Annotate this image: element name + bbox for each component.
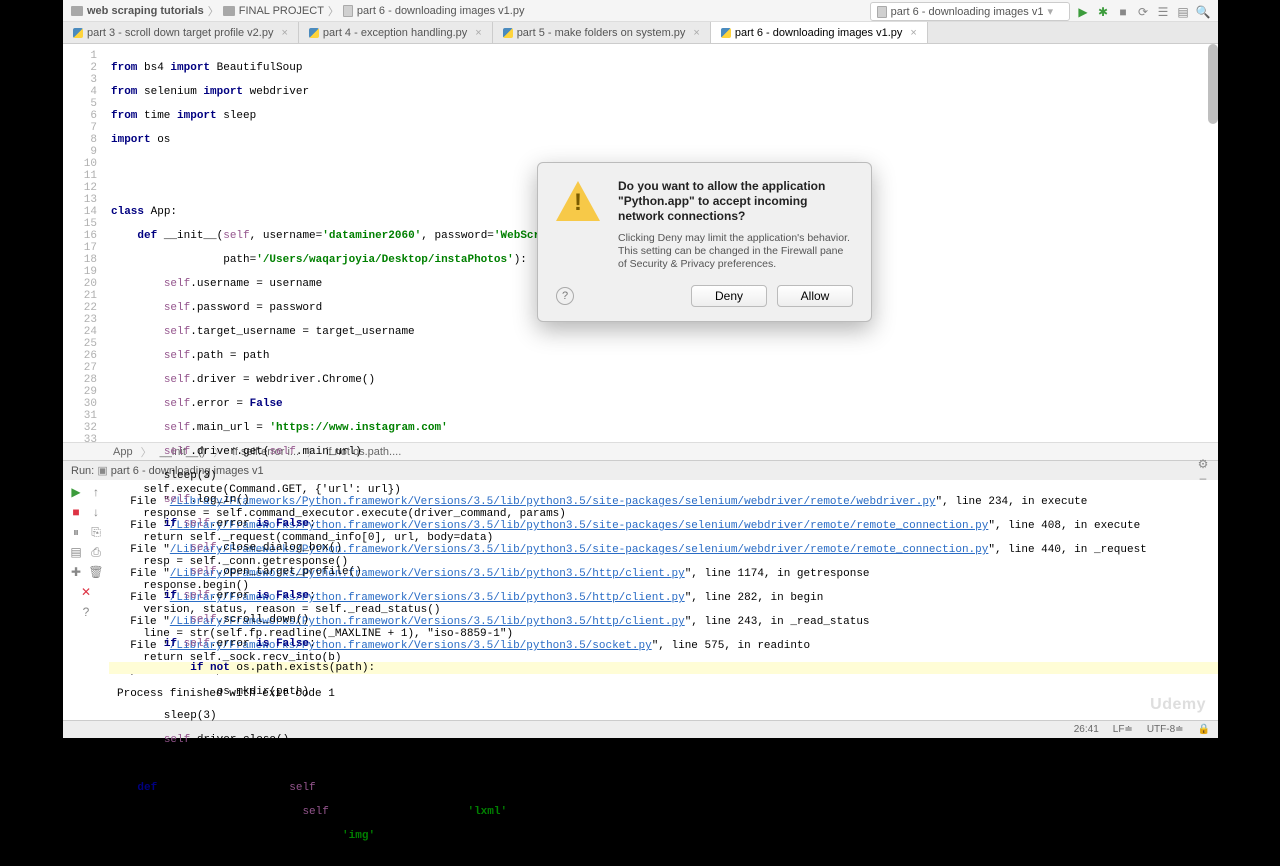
run-config-selector[interactable]: part 6 - downloading images v1 ▾ [870, 2, 1070, 21]
top-toolbar: part 6 - downloading images v1 ▾ ▶ ✱ ■ ⟳… [870, 2, 1210, 21]
deny-button[interactable]: Deny [691, 285, 767, 307]
help-icon[interactable]: ? [556, 287, 574, 305]
run-tool-column: ▶↑ ■↓ ⏸⎘ ▤⎙ ✚🗑 ✕ ? [63, 480, 109, 720]
python-file-icon [503, 28, 513, 38]
down-icon[interactable]: ↓ [88, 504, 104, 520]
toolbar-icon[interactable]: ☰ [1156, 5, 1170, 19]
toolbar-icon[interactable]: ▤ [1176, 5, 1190, 19]
close-icon[interactable]: ✕ [78, 584, 94, 600]
toolbar-icon[interactable]: ⟳ [1136, 5, 1150, 19]
dialog-message: Clicking Deny may limit the application'… [618, 232, 853, 271]
python-file-icon [73, 28, 83, 38]
rerun-button[interactable]: ▶ [68, 484, 84, 500]
close-icon[interactable]: × [910, 27, 916, 39]
up-icon[interactable]: ↑ [88, 484, 104, 500]
debug-button[interactable]: ✱ [1096, 5, 1110, 19]
breadcrumb-folder[interactable]: FINAL PROJECT [223, 5, 324, 17]
editor-tabs: part 3 - scroll down target profile v2.p… [63, 22, 1218, 44]
breadcrumb-root[interactable]: web scraping tutorials [71, 5, 204, 17]
editor-tab[interactable]: part 5 - make folders on system.py× [493, 22, 711, 43]
stop-button[interactable]: ■ [68, 504, 84, 520]
editor-tab[interactable]: part 3 - scroll down target profile v2.p… [63, 22, 299, 43]
pause-icon[interactable]: ⏸ [68, 524, 84, 540]
trash-icon[interactable]: 🗑 [88, 564, 104, 580]
chevron-right-icon: 〉 [208, 3, 219, 19]
udemy-watermark: Udemy [1150, 696, 1206, 714]
chevron-right-icon: 〉 [328, 3, 339, 19]
ide-window: web scraping tutorials 〉 FINAL PROJECT 〉… [63, 0, 1218, 720]
python-file-icon [309, 28, 319, 38]
close-icon[interactable]: × [475, 27, 481, 39]
editor-tab-active[interactable]: part 6 - downloading images v1.py× [711, 22, 928, 43]
folder-icon [71, 6, 83, 16]
firewall-dialog: ! Do you want to allow the application "… [537, 162, 872, 322]
editor-tab[interactable]: part 4 - exception handling.py× [299, 22, 493, 43]
folder-icon [223, 6, 235, 16]
python-file-icon [877, 6, 887, 18]
warning-icon: ! [556, 179, 604, 227]
close-icon[interactable]: × [281, 27, 287, 39]
breadcrumb-bar: web scraping tutorials 〉 FINAL PROJECT 〉… [63, 0, 1218, 22]
print-icon[interactable]: ⎙ [88, 544, 104, 560]
run-button[interactable]: ▶ [1076, 5, 1090, 19]
python-file-icon [721, 28, 731, 38]
help-icon[interactable]: ? [78, 604, 94, 620]
line-number-gutter: 1234567891011121314151617181920212223242… [63, 44, 109, 442]
stop-button[interactable]: ■ [1116, 5, 1130, 19]
allow-button[interactable]: Allow [777, 285, 853, 307]
close-icon[interactable]: × [693, 27, 699, 39]
python-file-icon [343, 5, 353, 17]
pin-icon[interactable]: ✚ [68, 564, 84, 580]
search-icon[interactable]: 🔍 [1196, 5, 1210, 19]
breadcrumb-file[interactable]: part 6 - downloading images v1.py [343, 5, 525, 17]
layout-icon[interactable]: ▤ [68, 544, 84, 560]
chevron-down-icon: ▾ [1047, 5, 1053, 18]
dialog-title: Do you want to allow the application "Py… [618, 179, 853, 224]
export-icon[interactable]: ⎘ [88, 524, 104, 540]
